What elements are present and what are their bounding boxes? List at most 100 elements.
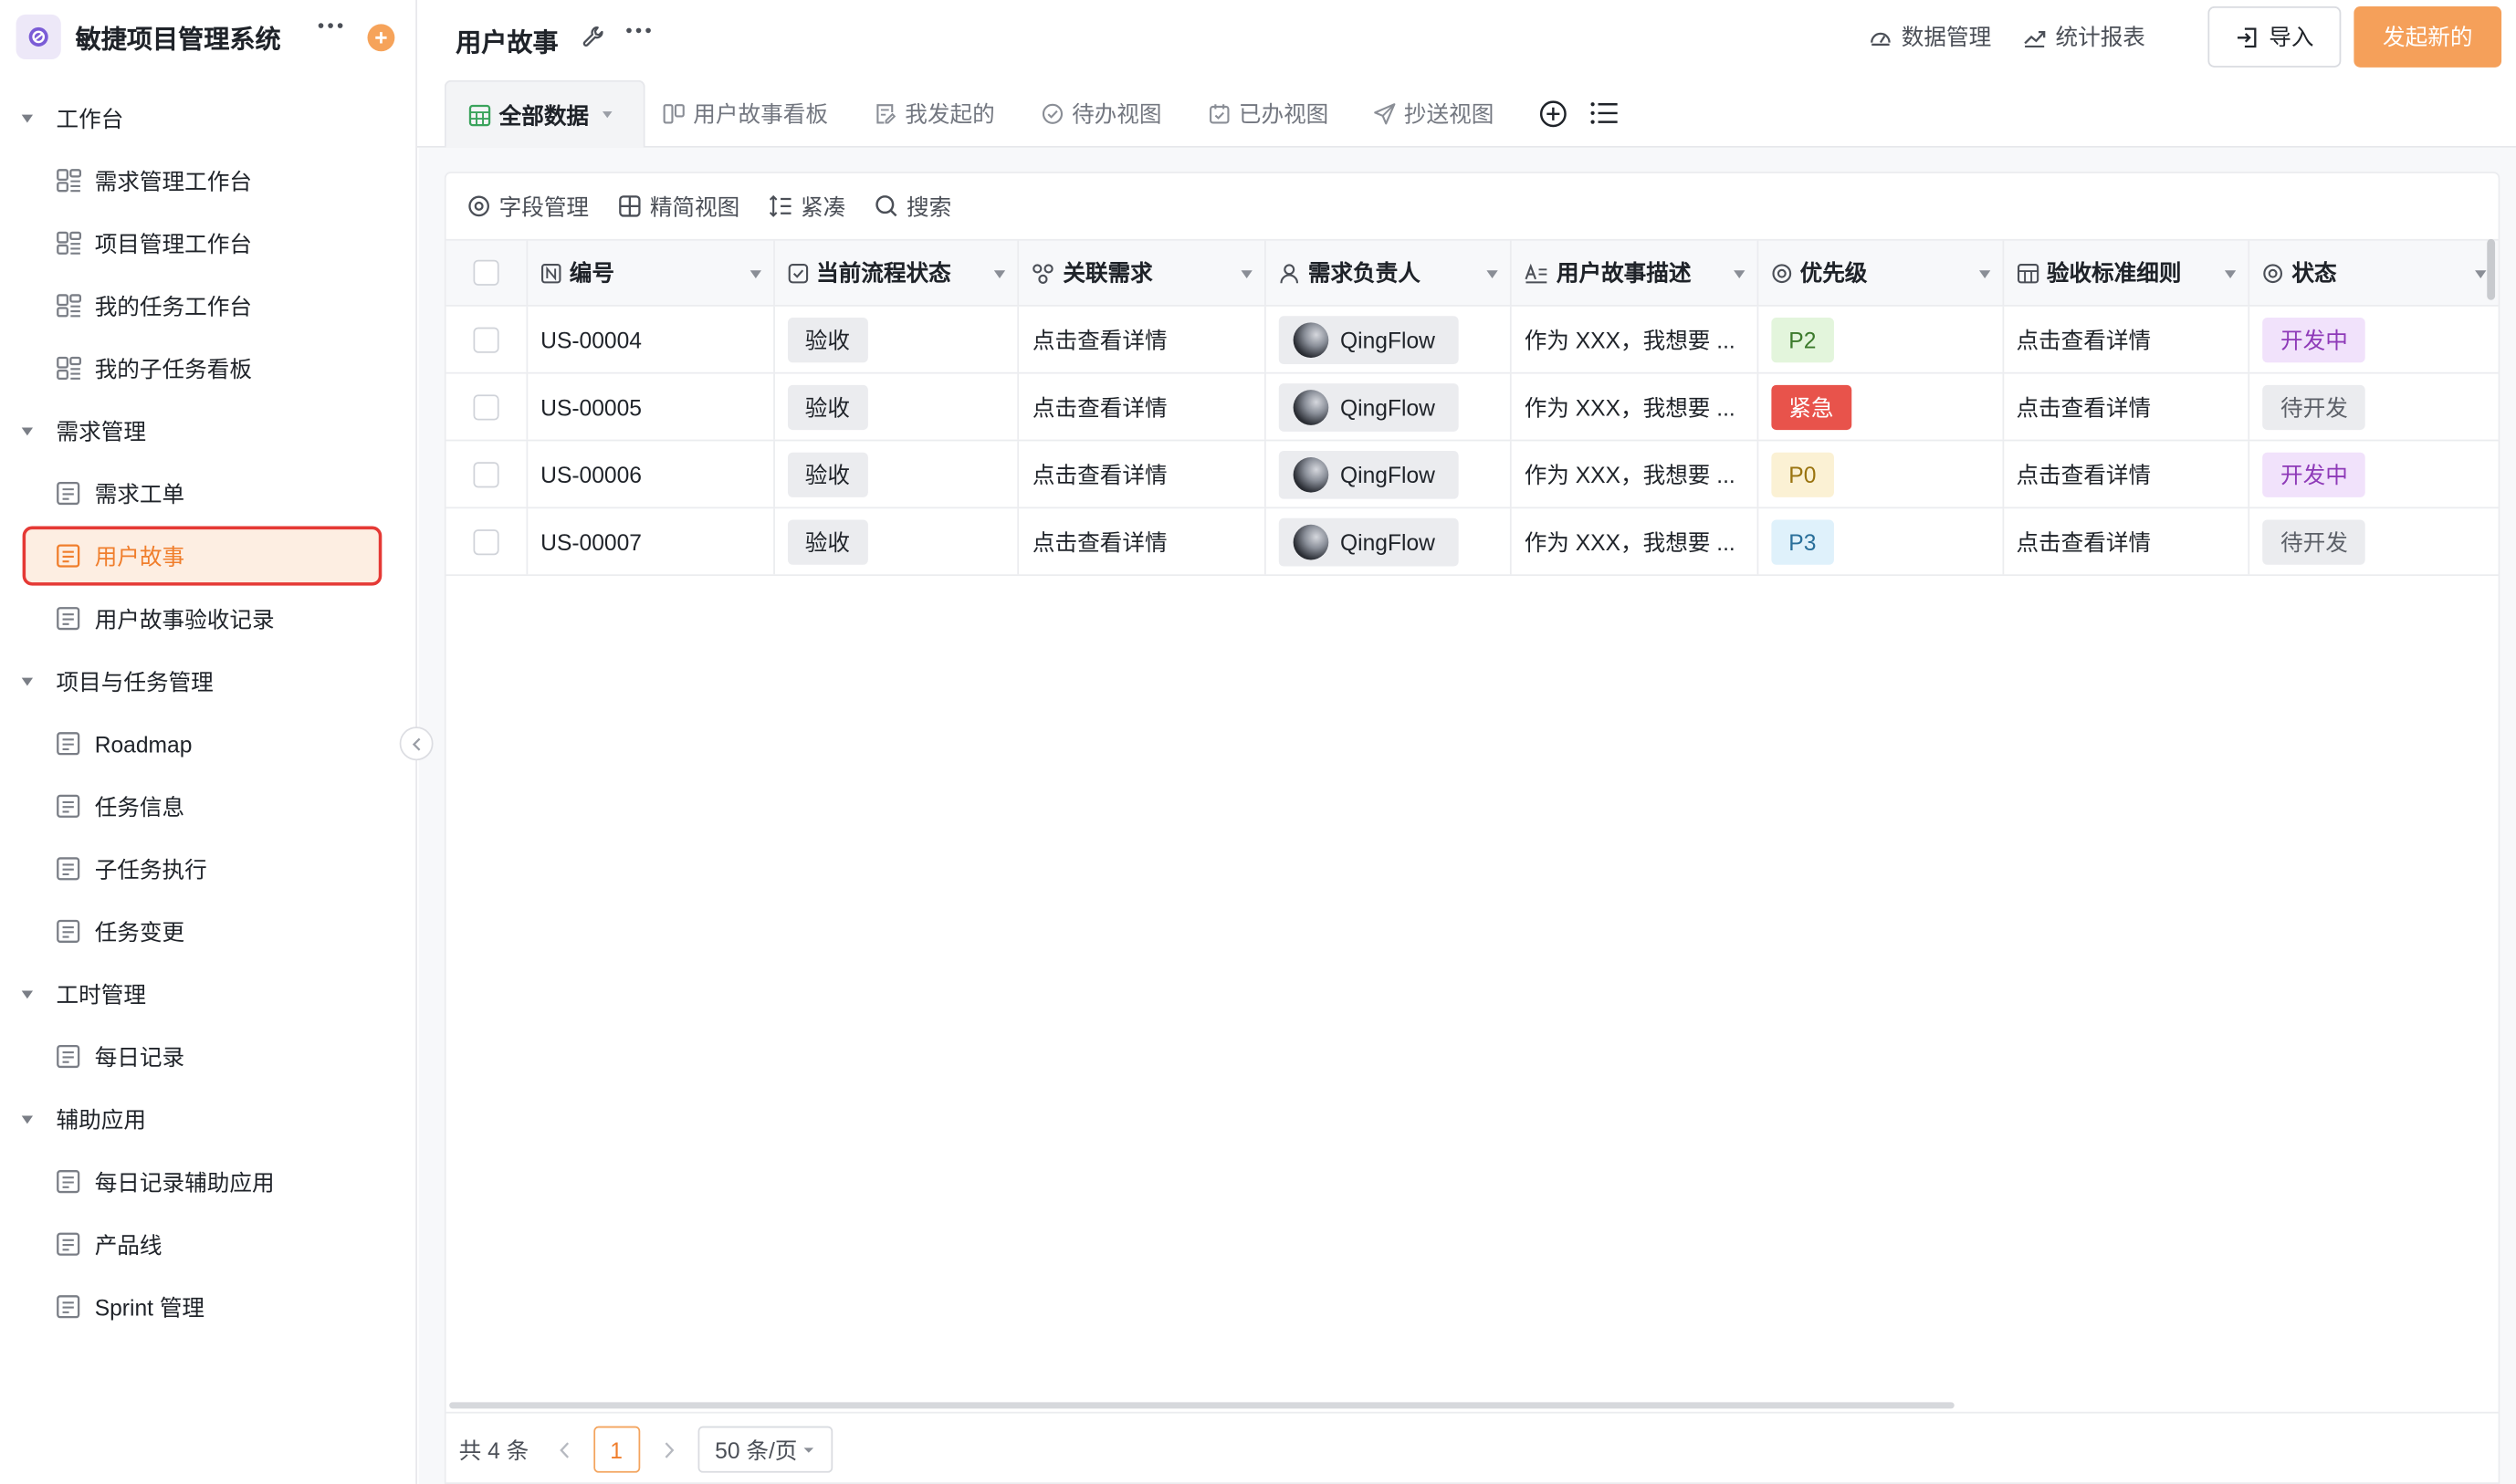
column-header[interactable]: 验收标准细则 [2003,240,2250,305]
row-checkbox[interactable] [473,393,499,420]
add-app-icon[interactable] [367,24,395,52]
owner-chip[interactable]: QingFlow [1279,315,1460,364]
column-header-label: 当前流程状态 [816,259,951,286]
sort-caret-icon[interactable] [749,269,761,279]
view-list-icon[interactable] [1590,101,1620,125]
search-button[interactable]: 搜索 [875,190,951,222]
view-details-link[interactable]: 点击查看详情 [1033,458,1168,490]
table-row[interactable]: US-00007 验收 点击查看详情 QingFlow 作为 XXX，我想要 ... P3… [446,508,2499,577]
sort-caret-icon[interactable] [1977,269,1990,279]
field-management-button[interactable]: 字段管理 [467,190,589,222]
view-details-link[interactable]: 点击查看详情 [1033,526,1168,558]
sidebar-item[interactable]: 产品线 [0,1213,415,1276]
sidebar-group[interactable]: 项目与任务管理 [0,650,415,713]
owner-chip[interactable]: QingFlow [1279,450,1460,498]
column-header[interactable]: 需求负责人 [1266,240,1512,305]
horizontal-scrollbar[interactable] [449,1402,1955,1409]
tab-view[interactable]: 用户故事看板 [663,80,828,148]
collapse-sidebar-button[interactable] [399,726,434,761]
add-view-icon[interactable] [1539,99,1568,129]
priority-tag: P0 [1770,451,1834,497]
vertical-scrollbar[interactable] [2487,238,2496,300]
sidebar-item[interactable]: 我的任务工作台 [0,275,415,338]
table-row[interactable]: US-00006 验收 点击查看详情 QingFlow 作为 XXX，我想要 ... P0… [446,441,2499,509]
row-density-button[interactable]: 紧凑 [769,190,845,222]
sidebar-nav: 工作台 需求管理工作台 项目管理工作台 我的任务工作台 我的子任务看板 需求管理 需求工单用… [0,87,415,1338]
wrench-icon[interactable] [581,24,606,49]
sidebar-item[interactable]: Roadmap [0,712,415,775]
sidebar-item[interactable]: 项目管理工作台 [0,212,415,275]
select-all-checkbox[interactable] [473,259,499,286]
sidebar-item[interactable]: 用户故事验收记录 [0,587,415,650]
status-badge: 开发中 [2262,451,2366,497]
chevron-left-icon[interactable] [558,1440,571,1459]
tab-view[interactable]: 待办视图 [1042,80,1162,148]
sidebar-group[interactable]: 工作台 [0,87,415,150]
view-details-link[interactable]: 点击查看详情 [2016,458,2151,490]
table-row[interactable]: US-00005 验收 点击查看详情 QingFlow 作为 XXX，我想要 ... 紧急… [446,373,2499,442]
more-icon[interactable] [318,21,343,31]
sidebar-group[interactable]: 工时管理 [0,963,415,1026]
caret-down-icon[interactable] [602,110,621,119]
page-size-label: 50 条/页 [715,1437,798,1463]
compact-view-button[interactable]: 精简视图 [618,190,739,222]
table-row[interactable]: US-00004 验收 点击查看详情 QingFlow 作为 XXX，我想要 ... P2… [446,306,2499,374]
data-management-link[interactable]: 数据管理 [1868,21,1991,53]
tab-view[interactable]: 全部数据 [444,79,645,148]
page-size-select[interactable]: 50 条/页 [697,1426,833,1473]
sidebar-item[interactable]: 用户故事 [0,525,415,588]
column-header[interactable]: 关联需求 [1020,240,1267,305]
row-checkbox[interactable] [473,528,499,555]
sort-caret-icon[interactable] [1733,269,1745,279]
view-details-link[interactable]: 点击查看详情 [1033,391,1168,423]
page-current[interactable]: 1 [592,1426,640,1473]
owner-chip[interactable]: QingFlow [1279,382,1460,431]
sidebar-item[interactable]: 我的子任务看板 [0,337,415,400]
sidebar-group[interactable]: 需求管理 [0,400,415,463]
sidebar-group[interactable]: 辅助应用 [0,1088,415,1151]
column-header[interactable]: 用户故事描述 [1512,240,1758,305]
view-details-link[interactable]: 点击查看详情 [1033,323,1168,355]
column-header[interactable]: 当前流程状态 [774,240,1020,305]
sidebar-item[interactable]: 需求管理工作台 [0,149,415,212]
import-button[interactable]: 导入 [2207,6,2342,68]
row-checkbox[interactable] [473,326,499,352]
page-title: 用户故事 [456,30,559,58]
sidebar-item[interactable]: 任务变更 [0,900,415,963]
sort-caret-icon[interactable] [2474,269,2487,279]
row-checkbox[interactable] [473,461,499,487]
more-icon[interactable] [625,26,651,36]
owner-chip[interactable]: QingFlow [1279,517,1460,566]
report-link[interactable]: 统计报表 [2022,21,2145,53]
sidebar-item-label: 用户故事验收记录 [94,605,275,632]
sidebar-item[interactable]: 需求工单 [0,462,415,525]
chevron-right-icon[interactable] [662,1440,675,1459]
sidebar-item[interactable]: 任务信息 [0,775,415,838]
view-details-link-cell: 点击查看详情 [2003,508,2250,575]
priority-tag: 紧急 [1770,383,1851,430]
status-badge-cell: 待开发 [2250,508,2499,574]
tab-view[interactable]: 已办视图 [1208,80,1328,148]
sort-caret-icon[interactable] [994,269,1007,279]
data-management-label: 数据管理 [1901,24,1992,50]
sort-caret-icon[interactable] [2225,269,2238,279]
tab-view[interactable]: 我发起的 [875,80,995,148]
flow-status-tag-cell: 验收 [774,306,1020,372]
view-details-link[interactable]: 点击查看详情 [2016,391,2151,423]
caret-down-icon [0,110,57,126]
new-record-button[interactable]: 发起新的 [2354,6,2502,68]
column-header[interactable]: 编号 [528,240,775,305]
tab-view[interactable]: 抄送视图 [1374,80,1494,148]
sort-caret-icon[interactable] [1241,269,1253,279]
view-details-link[interactable]: 点击查看详情 [2016,526,2151,558]
sidebar-item[interactable]: 每日记录 [0,1025,415,1088]
view-details-link[interactable]: 点击查看详情 [2016,323,2151,355]
sidebar-item[interactable]: 每日记录辅助应用 [0,1150,415,1213]
board-icon [55,229,82,256]
sort-caret-icon[interactable] [1486,269,1499,279]
column-header[interactable]: 状态 [2250,241,2499,305]
sidebar-item[interactable]: Sprint 管理 [0,1275,415,1338]
settings-icon [468,195,489,217]
sidebar-item[interactable]: 子任务执行 [0,838,415,901]
column-header[interactable]: 优先级 [1758,240,2004,305]
